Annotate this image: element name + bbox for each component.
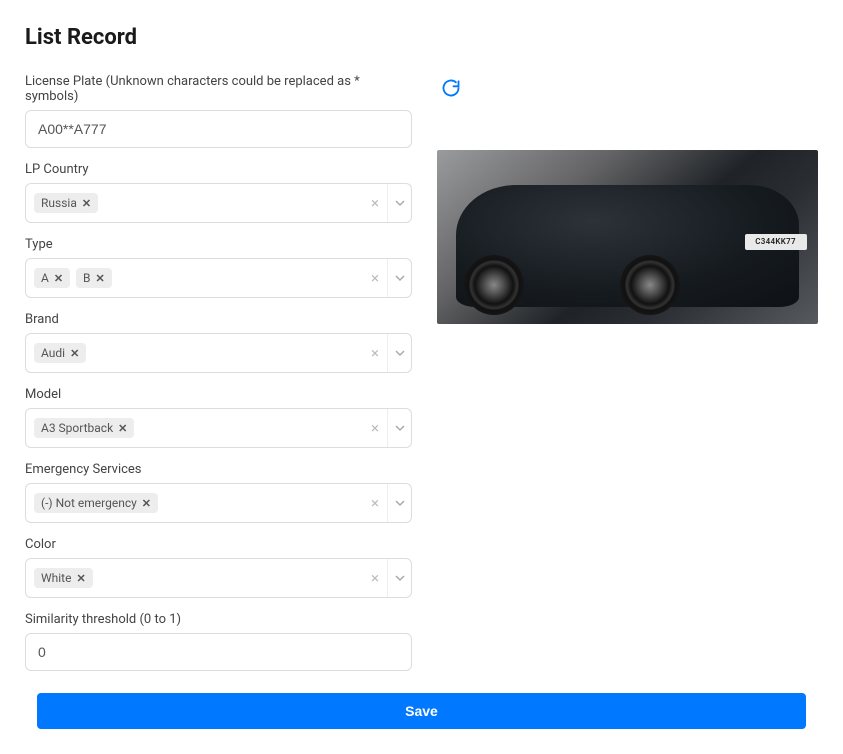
brand-field: Brand Audi ✕ ×: [25, 312, 412, 373]
color-label: Color: [25, 537, 412, 552]
chip: A✕: [34, 268, 70, 288]
page-title: List Record: [25, 25, 818, 50]
lp-country-field: LP Country Russia ✕ ×: [25, 162, 412, 223]
clear-icon[interactable]: ×: [363, 484, 387, 522]
chevron-down-icon[interactable]: [387, 334, 411, 372]
chip-label: Audi: [41, 346, 65, 360]
emergency-select[interactable]: (-) Not emergency ✕ ×: [25, 483, 412, 523]
model-field: Model A3 Sportback ✕ ×: [25, 387, 412, 448]
close-icon[interactable]: ✕: [96, 272, 105, 285]
brand-chips: Audi ✕: [26, 334, 363, 372]
chevron-down-icon[interactable]: [387, 259, 411, 297]
brand-label: Brand: [25, 312, 412, 327]
emergency-field: Emergency Services (-) Not emergency ✕ ×: [25, 462, 412, 523]
lp-country-select[interactable]: Russia ✕ ×: [25, 183, 412, 223]
model-chips: A3 Sportback ✕: [26, 409, 363, 447]
chip: White ✕: [34, 568, 93, 588]
similarity-label: Similarity threshold (0 to 1): [25, 612, 412, 627]
vehicle-image: C344KK77: [437, 150, 818, 324]
chip-label: White: [41, 571, 71, 585]
model-select[interactable]: A3 Sportback ✕ ×: [25, 408, 412, 448]
lp-country-label: LP Country: [25, 162, 412, 177]
chip-label: Russia: [41, 196, 77, 210]
close-icon[interactable]: ✕: [142, 497, 151, 510]
chip-label: B: [83, 271, 90, 285]
chevron-down-icon[interactable]: [387, 484, 411, 522]
chip-label: (-) Not emergency: [41, 496, 137, 510]
close-icon[interactable]: ✕: [76, 572, 85, 585]
type-field: Type A✕B✕ ×: [25, 237, 412, 298]
chip: Russia ✕: [34, 193, 98, 213]
chip-label: A: [41, 271, 49, 285]
license-plate-field: License Plate (Unknown characters could …: [25, 74, 412, 148]
form-column: License Plate (Unknown characters could …: [25, 74, 412, 685]
side-column: C344KK77: [437, 74, 818, 324]
chevron-down-icon[interactable]: [387, 184, 411, 222]
color-chips: White ✕: [26, 559, 363, 597]
save-button[interactable]: Save: [37, 693, 806, 729]
chip: Audi ✕: [34, 343, 86, 363]
close-icon[interactable]: ✕: [70, 347, 79, 360]
emergency-chips: (-) Not emergency ✕: [26, 484, 363, 522]
clear-icon[interactable]: ×: [363, 259, 387, 297]
image-license-plate: C344KK77: [745, 234, 807, 250]
chip-label: A3 Sportback: [41, 421, 113, 435]
color-field: Color White ✕ ×: [25, 537, 412, 598]
clear-icon[interactable]: ×: [363, 334, 387, 372]
chevron-down-icon[interactable]: [387, 559, 411, 597]
close-icon[interactable]: ✕: [82, 197, 91, 210]
chip: A3 Sportback ✕: [34, 418, 134, 438]
refresh-icon[interactable]: [441, 78, 461, 98]
similarity-field: Similarity threshold (0 to 1): [25, 612, 412, 671]
clear-icon[interactable]: ×: [363, 184, 387, 222]
chip: (-) Not emergency ✕: [34, 493, 158, 513]
similarity-input[interactable]: [25, 633, 412, 671]
close-icon[interactable]: ✕: [118, 422, 127, 435]
type-select[interactable]: A✕B✕ ×: [25, 258, 412, 298]
lp-country-chips: Russia ✕: [26, 184, 363, 222]
type-chips: A✕B✕: [26, 259, 363, 297]
license-plate-input[interactable]: [25, 110, 412, 148]
color-select[interactable]: White ✕ ×: [25, 558, 412, 598]
chevron-down-icon[interactable]: [387, 409, 411, 447]
chip: B✕: [76, 268, 112, 288]
brand-select[interactable]: Audi ✕ ×: [25, 333, 412, 373]
model-label: Model: [25, 387, 412, 402]
emergency-label: Emergency Services: [25, 462, 412, 477]
type-label: Type: [25, 237, 412, 252]
close-icon[interactable]: ✕: [54, 272, 63, 285]
clear-icon[interactable]: ×: [363, 409, 387, 447]
clear-icon[interactable]: ×: [363, 559, 387, 597]
license-plate-label: License Plate (Unknown characters could …: [25, 74, 412, 104]
